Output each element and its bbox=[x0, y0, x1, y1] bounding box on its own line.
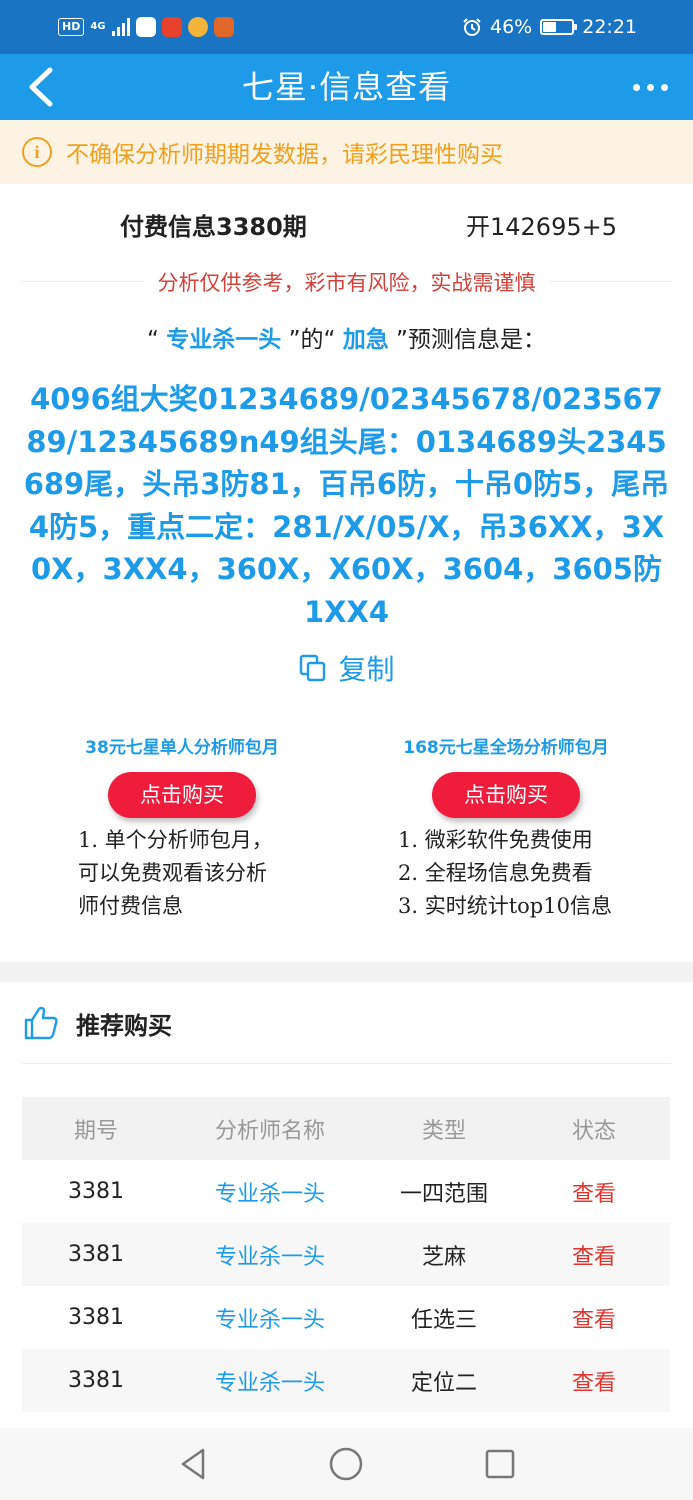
page-title: 七星·信息查看 bbox=[241, 68, 452, 106]
info-header: 付费信息3380期 开142695+5 bbox=[0, 205, 693, 249]
recommend-title: 推荐购买 bbox=[76, 1011, 172, 1040]
view-link[interactable]: 查看 bbox=[518, 1365, 670, 1397]
analyst-link[interactable]: 专业杀一头 bbox=[170, 1365, 370, 1397]
game-app-icon bbox=[187, 17, 208, 37]
table-row[interactable]: 3381 专业杀一头 一四范围 查看 bbox=[22, 1160, 670, 1223]
package-title: 168元七星全场分析师包月 bbox=[403, 738, 609, 758]
recommend-header: 推荐购买 bbox=[22, 1000, 172, 1046]
notice-banner: i 不确保分析师期期发数据，请彩民理性购买 bbox=[0, 120, 693, 184]
column-header-issue: 期号 bbox=[73, 1118, 118, 1144]
prediction-intro: “ 专业杀一头 ”的“ 加急 ”预测信息是： bbox=[0, 322, 693, 358]
issue-cell: 3381 bbox=[68, 1305, 124, 1330]
prediction-type: 加急 bbox=[342, 327, 389, 353]
thumbs-up-icon bbox=[24, 1006, 58, 1040]
package-desc-line: 1. 微彩软件免费使用 bbox=[398, 828, 593, 852]
table-row[interactable]: 3381 专业杀一头 任选三 查看 bbox=[22, 1286, 670, 1349]
package-desc-line: 可以免费观看该分析 bbox=[78, 861, 267, 885]
table-row[interactable]: 3381 专业杀一头 定位二 查看 bbox=[22, 1349, 670, 1412]
title-bar: 七星·信息查看 bbox=[0, 54, 693, 120]
type-cell: 一四范围 bbox=[399, 1181, 488, 1207]
type-cell: 定位二 bbox=[410, 1370, 477, 1396]
prediction-content: 4096组大奖01234689/02345678/02356789/123456… bbox=[23, 382, 670, 629]
system-nav-bar bbox=[0, 1428, 693, 1500]
status-bar-right: 46% 22:21 bbox=[462, 14, 637, 40]
open-result-label: 开142695+5 bbox=[466, 213, 617, 241]
more-button[interactable] bbox=[625, 72, 675, 102]
package-single: 38元七星单人分析师包月 点击购买 1. 单个分析师包月， 可以免费观看该分析 … bbox=[32, 730, 332, 923]
nav-recent-button[interactable] bbox=[480, 1444, 520, 1484]
nav-home-button[interactable] bbox=[326, 1444, 366, 1484]
nav-back-triangle-icon bbox=[181, 1448, 205, 1480]
package-title: 38元七星单人分析师包月 bbox=[85, 738, 279, 758]
info-circle-icon: i bbox=[22, 137, 52, 167]
copy-label: 复制 bbox=[338, 653, 395, 686]
status-bar-left: HD 4G bbox=[58, 14, 234, 40]
nav-back-button[interactable] bbox=[173, 1444, 213, 1484]
nav-recent-square-icon bbox=[485, 1449, 515, 1479]
divider bbox=[22, 1063, 671, 1064]
issue-cell: 3381 bbox=[68, 1179, 124, 1204]
shop-app-icon bbox=[213, 17, 234, 37]
battery-icon bbox=[540, 19, 578, 35]
package-desc-line: 1. 单个分析师包月， bbox=[78, 828, 273, 852]
analyst-link[interactable]: 专业杀一头 bbox=[170, 1239, 370, 1271]
nav-home-circle-icon bbox=[329, 1447, 363, 1481]
table-row[interactable]: 3381 专业杀一头 芝麻 查看 bbox=[22, 1223, 670, 1286]
column-header-status: 状态 bbox=[571, 1118, 616, 1144]
buy-all-button[interactable]: 点击购买 bbox=[432, 772, 580, 818]
quote-open: “ bbox=[147, 327, 159, 353]
package-desc-line: 2. 全程场信息免费看 bbox=[398, 861, 593, 885]
section-separator bbox=[0, 962, 693, 982]
type-cell: 任选三 bbox=[410, 1307, 477, 1333]
status-bar: HD 4G 46% 22:21 bbox=[0, 0, 693, 54]
app-notification-icon bbox=[135, 17, 156, 37]
package-description: 1. 单个分析师包月， 可以免费观看该分析 师付费信息 bbox=[32, 824, 332, 923]
paid-issue-label: 付费信息3380期 bbox=[120, 213, 307, 241]
risk-warning-text: 分析仅供参考，彩市有风险，实战需谨慎 bbox=[143, 271, 550, 295]
view-link[interactable]: 查看 bbox=[518, 1302, 670, 1334]
hd-badge: HD bbox=[58, 18, 85, 36]
more-dots-icon bbox=[632, 83, 640, 91]
package-all: 168元七星全场分析师包月 点击购买 1. 微彩软件免费使用 2. 全程场信息免… bbox=[356, 730, 656, 923]
table-header: 期号 分析师名称 类型 状态 bbox=[22, 1097, 670, 1160]
alarm-icon bbox=[463, 18, 481, 36]
copy-button[interactable]: 复制 bbox=[0, 645, 693, 691]
battery-percent: 46% bbox=[490, 16, 533, 38]
prediction-intro-tail: ”预测信息是： bbox=[396, 327, 546, 353]
network-type-label: 4G bbox=[90, 21, 106, 32]
type-cell: 芝麻 bbox=[421, 1244, 466, 1270]
package-desc-line: 3. 实时统计top10信息 bbox=[398, 894, 612, 918]
column-header-analyst: 分析师名称 bbox=[214, 1118, 325, 1144]
news-app-icon bbox=[161, 17, 182, 37]
view-link[interactable]: 查看 bbox=[518, 1176, 670, 1208]
buy-single-button[interactable]: 点击购买 bbox=[108, 772, 256, 818]
package-desc-line: 师付费信息 bbox=[78, 894, 183, 918]
package-description: 1. 微彩软件免费使用 2. 全程场信息免费看 3. 实时统计top10信息 bbox=[356, 824, 656, 923]
recommend-table: 期号 分析师名称 类型 状态 3381 专业杀一头 一四范围 查看 3381 专… bbox=[22, 1097, 670, 1412]
issue-cell: 3381 bbox=[68, 1242, 124, 1267]
analyst-link[interactable]: 专业杀一头 bbox=[170, 1176, 370, 1208]
signal-icon bbox=[111, 18, 130, 36]
notice-text: 不确保分析师期期发数据，请彩民理性购买 bbox=[66, 142, 503, 168]
column-header-type: 类型 bbox=[421, 1118, 466, 1144]
prediction-intro-mid: ”的“ bbox=[288, 327, 336, 353]
risk-warning: 分析仅供参考，彩市有风险，实战需谨慎 bbox=[0, 266, 693, 300]
copy-icon bbox=[300, 654, 326, 682]
issue-cell: 3381 bbox=[68, 1368, 124, 1393]
view-link[interactable]: 查看 bbox=[518, 1239, 670, 1271]
analyst-name: 专业杀一头 bbox=[166, 327, 282, 353]
clock: 22:21 bbox=[582, 16, 637, 38]
analyst-link[interactable]: 专业杀一头 bbox=[170, 1302, 370, 1334]
